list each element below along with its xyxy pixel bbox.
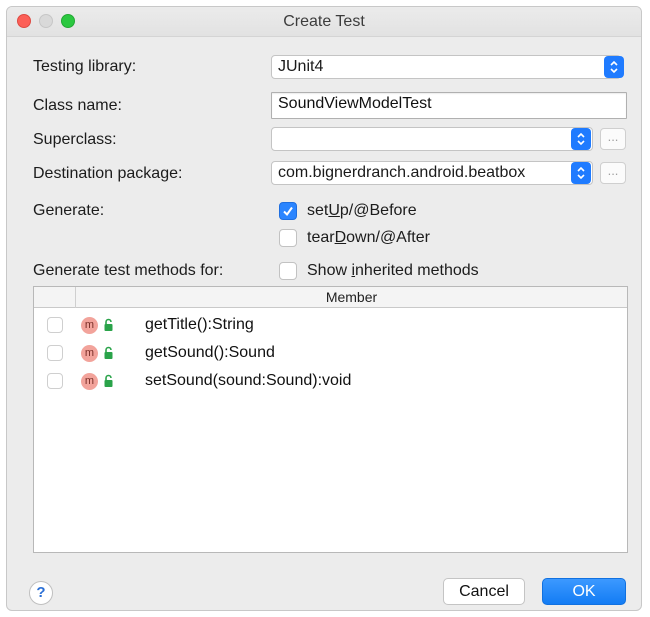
teardown-after-checkbox[interactable] [279, 229, 297, 247]
test-methods-label: Generate test methods for: [33, 262, 224, 279]
method-signature: getSound():Sound [145, 344, 275, 361]
setup-before-label[interactable]: setUp/@Before [307, 202, 417, 220]
table-row[interactable]: m getTitle():String [34, 312, 627, 340]
cancel-button[interactable]: Cancel [443, 578, 525, 605]
method-signature: setSound(sound:Sound):void [145, 372, 352, 389]
table-header: Member [34, 287, 627, 308]
generate-label: Generate: [33, 202, 105, 219]
create-test-dialog: Create Test Testing library: JUnit4 Clas… [6, 6, 642, 611]
destination-package-dropdown-arrows-icon[interactable] [571, 162, 591, 184]
testing-library-label: Testing library: [33, 58, 137, 75]
public-lock-icon [104, 374, 113, 387]
superclass-dropdown-arrows-icon[interactable] [571, 128, 591, 150]
method-signature: getTitle():String [145, 316, 254, 333]
class-name-value: SoundViewModelTest [278, 95, 432, 112]
class-name-input[interactable]: SoundViewModelTest [271, 92, 627, 119]
superclass-browse-button[interactable]: ... [600, 128, 626, 150]
destination-package-browse-button[interactable]: ... [600, 162, 626, 184]
row-checkbox[interactable] [47, 345, 63, 361]
testing-library-dropdown-arrows-icon[interactable] [604, 56, 624, 78]
setup-before-checkbox[interactable] [279, 202, 297, 220]
row-checkbox[interactable] [47, 373, 63, 389]
superclass-label: Superclass: [33, 131, 117, 148]
table-row[interactable]: m getSound():Sound [34, 340, 627, 368]
destination-package-value: com.bignerdranch.android.beatbox [278, 164, 526, 181]
destination-package-combo[interactable]: com.bignerdranch.android.beatbox [271, 161, 593, 185]
title-bar: Create Test [7, 7, 641, 37]
destination-package-label: Destination package: [33, 165, 183, 182]
help-button[interactable]: ? [29, 581, 53, 605]
show-inherited-label[interactable]: Show inherited methods [307, 262, 479, 280]
public-lock-icon [104, 346, 113, 359]
window-title: Create Test [283, 13, 365, 30]
public-lock-icon [104, 318, 113, 331]
row-checkbox[interactable] [47, 317, 63, 333]
teardown-after-label[interactable]: tearDown/@After [307, 229, 430, 247]
class-name-label: Class name: [33, 97, 122, 114]
member-column-header[interactable]: Member [76, 289, 627, 305]
method-icon: m [81, 373, 98, 390]
ok-button[interactable]: OK [542, 578, 626, 605]
testing-library-select[interactable]: JUnit4 [271, 55, 621, 79]
method-icon: m [81, 317, 98, 334]
checkmark-icon [283, 206, 293, 217]
show-inherited-checkbox[interactable] [279, 262, 297, 280]
testing-library-value: JUnit4 [278, 58, 324, 75]
superclass-combo[interactable] [271, 127, 593, 151]
table-row[interactable]: m setSound(sound:Sound):void [34, 368, 627, 396]
members-table: Member m getTitle():String m getSound():… [33, 286, 628, 553]
method-icon: m [81, 345, 98, 362]
